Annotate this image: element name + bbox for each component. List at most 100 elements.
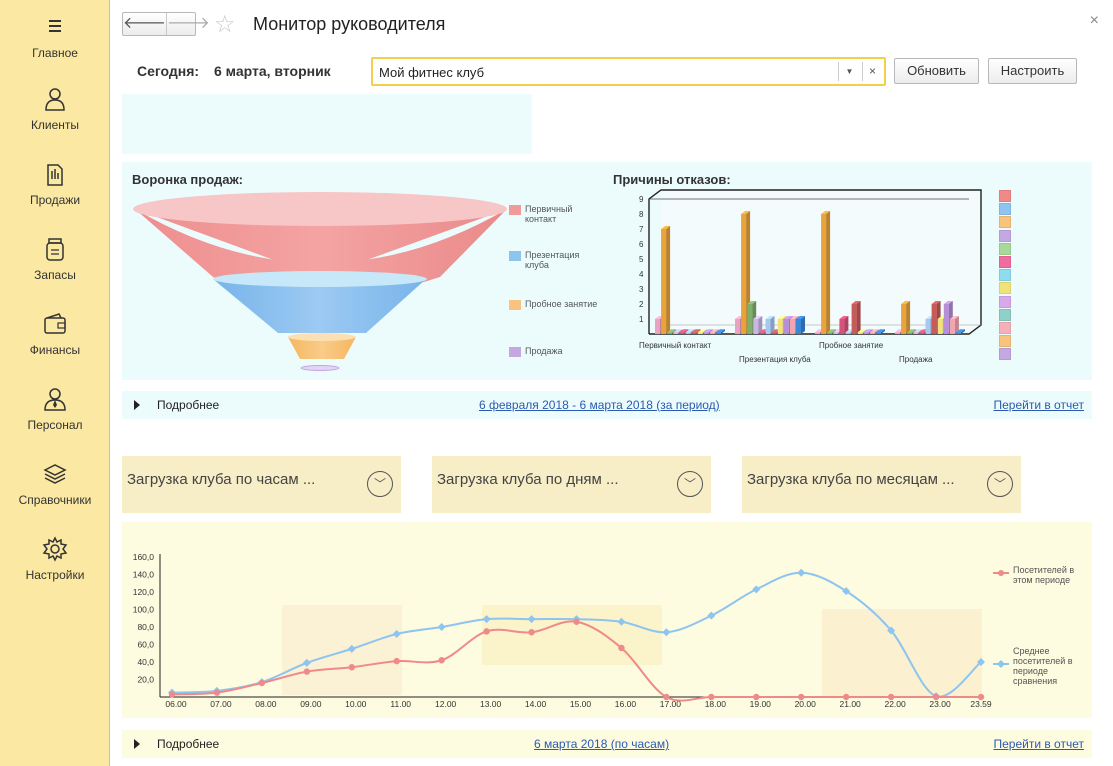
visitors-chart: 20,0 40,0 60,0 80,0 100,0 120,0 140,0 160,0 06.0…: [133, 552, 992, 709]
x-tick-label: 06.00: [165, 699, 187, 709]
bar-front: [895, 332, 900, 334]
sidebar-item-label: Настройки: [25, 568, 85, 582]
bar-front: [703, 332, 709, 334]
y-tick-label: 60,0: [137, 640, 154, 650]
x-tick-label: 23.00: [929, 699, 951, 709]
data-point: [438, 657, 445, 664]
load-card-months[interactable]: Загрузка клуба по месяцам ... ﹀: [742, 456, 1021, 513]
sidebar-item-settings[interactable]: Настройки: [0, 536, 110, 584]
sidebar-item-stock[interactable]: Запасы: [0, 236, 110, 284]
bar-front: [901, 304, 907, 334]
data-point: [573, 618, 580, 625]
data-point: [348, 664, 355, 671]
refusals-chart: 1 2 3 4 5 6 7 8 9 Первичный контакт Презентация кл…: [639, 189, 982, 364]
bar-front: [863, 332, 869, 334]
x-tick-label: 15.00: [570, 699, 592, 709]
info-panel: [122, 94, 532, 154]
y-tick-label: 140,0: [133, 570, 155, 580]
history-nav: 🡐 🡒: [122, 12, 210, 36]
chevron-down-icon[interactable]: ▼: [838, 62, 860, 81]
sidebar-item-label: Справочники: [18, 493, 92, 507]
sales-icon: [47, 164, 63, 186]
refusals-legend-swatch: [999, 242, 1011, 255]
chevron-down-icon[interactable]: ﹀: [367, 471, 393, 497]
x-tick-label: 14.00: [525, 699, 547, 709]
refusals-legend-swatch: [999, 308, 1011, 321]
refusals-legend-swatch: [999, 203, 1011, 216]
sidebar-item-label: Персонал: [27, 418, 83, 432]
visitors-panel: 20,0 40,0 60,0 80,0 100,0 120,0 140,0 160,0 06.0…: [122, 522, 1092, 718]
bar-front: [716, 332, 721, 334]
details-toggle[interactable]: Подробнее: [157, 737, 219, 751]
forward-button[interactable]: 🡒: [165, 13, 210, 35]
report-link[interactable]: Перейти в отчет: [993, 737, 1084, 751]
refusal-bar: [851, 301, 861, 334]
sidebar-item-references[interactable]: Справочники: [0, 461, 110, 509]
data-point: [707, 611, 716, 620]
expand-arrow-icon[interactable]: [134, 739, 140, 749]
refresh-button[interactable]: Обновить: [894, 58, 979, 84]
sidebar-item-main[interactable]: Главное: [0, 14, 110, 62]
x-tick-label: 23.59: [970, 699, 992, 709]
period-link[interactable]: 6 марта 2018 (по часам): [534, 737, 669, 751]
expand-arrow-icon[interactable]: [134, 400, 140, 410]
legend-swatch: [509, 251, 521, 261]
refusals-legend: [999, 190, 1012, 375]
sidebar-item-staff[interactable]: Персонал: [0, 386, 110, 434]
close-icon[interactable]: ×: [1090, 12, 1099, 30]
bar-front: [679, 332, 685, 334]
y-tick-label: 2: [639, 300, 644, 309]
data-point: [303, 668, 311, 675]
legend-label: Презентация клуба: [525, 250, 580, 270]
sidebar-item-label: Главное: [32, 46, 78, 60]
back-button[interactable]: 🡐: [123, 13, 166, 35]
details-toggle[interactable]: Подробнее: [157, 398, 219, 412]
report-link[interactable]: Перейти в отчет: [993, 398, 1084, 412]
x-tick-label: 19.00: [750, 699, 772, 709]
data-point: [528, 629, 535, 636]
today-value: 6 марта, вторник: [214, 63, 331, 79]
y-tick-label: 20,0: [137, 675, 154, 685]
data-point: [842, 693, 850, 701]
x-tick-label: Пробное занятие: [819, 341, 884, 350]
bar-front: [833, 332, 839, 334]
data-point: [977, 693, 985, 701]
club-select[interactable]: Мой фитнес клуб ▼ ×: [371, 57, 886, 86]
favorite-star-icon[interactable]: ☆: [214, 10, 236, 39]
x-tick-label: 20.00: [795, 699, 817, 709]
legend-label: Посетителей в этом периоде: [1013, 565, 1075, 585]
data-point: [887, 693, 895, 701]
funnel-chart: [133, 192, 507, 371]
data-point: [797, 568, 806, 577]
load-card-hours[interactable]: Загрузка клуба по часам ... ﹀: [122, 456, 401, 513]
load-card-label: Загрузка клуба по часам ...: [127, 471, 316, 488]
bar-side: [801, 316, 805, 334]
x-tick-label: 08.00: [255, 699, 277, 709]
clear-icon[interactable]: ×: [862, 62, 882, 81]
bar-front: [796, 319, 801, 334]
bar-front: [937, 319, 943, 334]
configure-button[interactable]: Настроить: [988, 58, 1077, 84]
period-link[interactable]: 6 февраля 2018 - 6 марта 2018 (за период…: [479, 398, 720, 412]
menu-icon: [49, 20, 61, 32]
sidebar-item-clients[interactable]: Клиенты: [0, 86, 110, 134]
data-point: [798, 693, 805, 701]
refusal-bar: [661, 226, 671, 334]
legend-label: Среднее посетителей в периоде сравнения: [1013, 646, 1073, 686]
bar-front: [925, 319, 931, 334]
club-select-value[interactable]: Мой фитнес клуб: [379, 65, 484, 80]
x-tick-label: 10.00: [345, 699, 367, 709]
load-card-days[interactable]: Загрузка клуба по дням ... ﹀: [432, 456, 711, 513]
legend-swatch: [993, 570, 1009, 576]
bar-front: [919, 332, 925, 334]
data-point: [708, 693, 715, 701]
legend-item: Посетителей в этом периоде: [993, 565, 1089, 595]
y-tick-label: 40,0: [137, 657, 154, 667]
bar-front: [845, 332, 851, 334]
chevron-down-icon[interactable]: ﹀: [987, 471, 1013, 497]
sidebar-item-sales[interactable]: Продажи: [0, 161, 110, 209]
data-point: [213, 689, 221, 696]
sidebar-item-finance[interactable]: Финансы: [0, 311, 110, 359]
chevron-down-icon[interactable]: ﹀: [677, 471, 703, 497]
bar-front: [735, 319, 740, 334]
